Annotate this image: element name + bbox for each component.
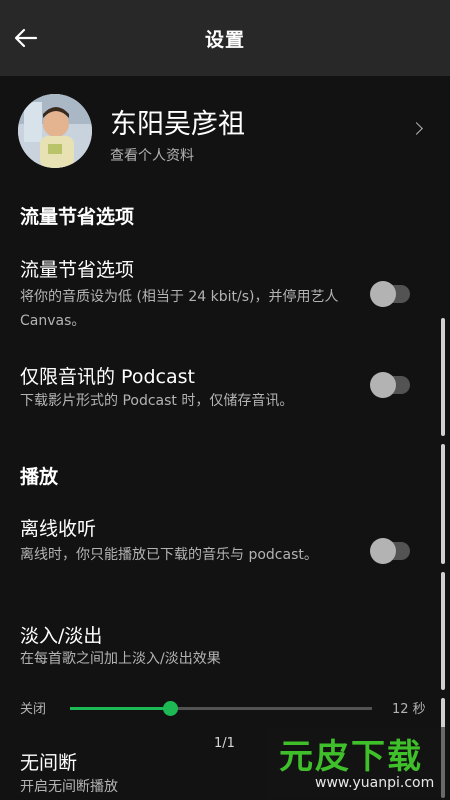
watermark-logo: 元皮下载 bbox=[279, 737, 423, 777]
watermark: 元皮下载 www.yuanpi.com bbox=[267, 727, 445, 798]
section-heading-data-saver: 流量节省选项 bbox=[20, 206, 135, 228]
profile-row[interactable]: 东阳吴彦祖 查看个人资料 bbox=[0, 90, 450, 182]
view-profile-link: 查看个人资料 bbox=[110, 148, 194, 164]
data-saver-title: 流量节省选项 bbox=[20, 259, 135, 281]
watermark-url: www.yuanpi.com bbox=[315, 775, 435, 791]
scrollbar-segment bbox=[441, 318, 445, 436]
scrollbar-segment bbox=[441, 444, 445, 564]
audio-only-podcast-desc: 下载影片形式的 Podcast 时，仅储存音讯。 bbox=[20, 393, 294, 409]
data-saver-desc: 将你的音质设为低 (相当于 24 kbit/s)，并停用艺人 Canvas。 bbox=[20, 289, 339, 329]
top-bar: 设置 bbox=[0, 0, 450, 76]
scrollbar-segment bbox=[441, 572, 445, 690]
crossfade-slider[interactable]: 关闭 12 秒 bbox=[0, 694, 450, 722]
slider-track[interactable] bbox=[70, 701, 372, 716]
gapless-title: 无间断 bbox=[20, 752, 78, 774]
chevron-right-icon bbox=[410, 122, 423, 135]
avatar bbox=[18, 94, 92, 168]
page-indicator: 1/1 bbox=[214, 736, 235, 751]
slider-max-label: 12 秒 bbox=[392, 702, 426, 717]
offline-mode-desc: 离线时，你只能播放已下载的音乐与 podcast。 bbox=[20, 547, 318, 563]
slider-min-label: 关闭 bbox=[20, 702, 47, 717]
section-heading-playback: 播放 bbox=[20, 466, 59, 488]
slider-thumb[interactable] bbox=[162, 701, 178, 716]
toggle-knob bbox=[370, 281, 396, 307]
toggle-knob bbox=[370, 372, 396, 398]
offline-mode-toggle[interactable] bbox=[370, 538, 410, 564]
crossfade-title: 淡入/淡出 bbox=[20, 625, 103, 647]
data-saver-toggle[interactable] bbox=[370, 281, 410, 307]
audio-only-podcast-toggle[interactable] bbox=[370, 372, 410, 398]
audio-only-podcast-title: 仅限音讯的 Podcast bbox=[20, 366, 195, 388]
gapless-desc: 开启无间断播放 bbox=[20, 779, 118, 795]
crossfade-desc: 在每首歌之间加上淡入/淡出效果 bbox=[20, 651, 221, 667]
slider-fill bbox=[70, 707, 170, 710]
toggle-knob bbox=[370, 538, 396, 564]
avatar-image bbox=[18, 94, 92, 168]
page-title: 设置 bbox=[204, 29, 245, 51]
offline-mode-title: 离线收听 bbox=[20, 518, 97, 540]
profile-name: 东阳吴彦祖 bbox=[110, 109, 245, 140]
